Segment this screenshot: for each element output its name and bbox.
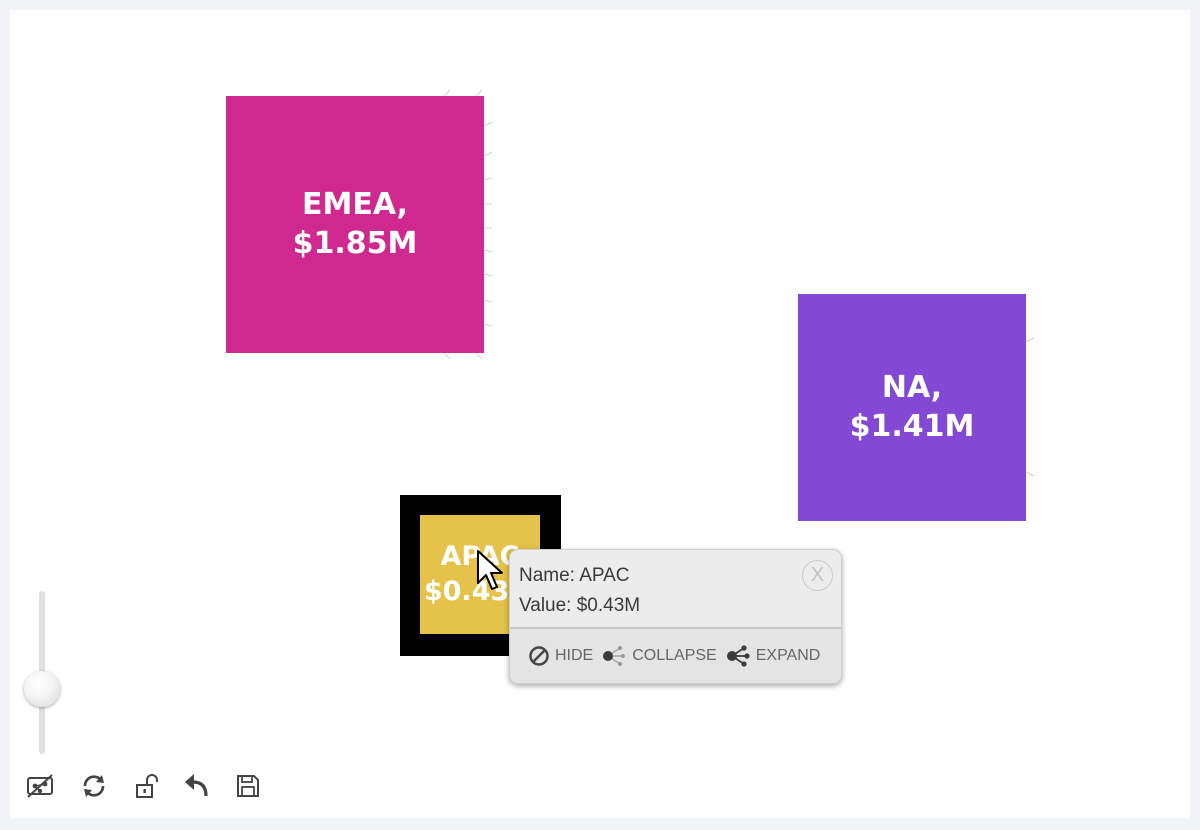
expand-button[interactable]: EXPAND [725,643,821,669]
node-tooltip: Name: APAC Value: $0.43M X HIDE COLLAPSE… [509,549,842,684]
close-icon: X [810,564,825,586]
refresh-icon [83,775,105,797]
tooltip-close-button[interactable]: X [802,560,833,591]
node-na-label: NA, $1.41M [849,370,975,444]
refresh-button[interactable] [78,770,110,802]
lock-toggle-button[interactable] [130,770,162,802]
unlock-icon [136,774,158,798]
expand-label: EXPAND [755,647,821,664]
save-icon [237,775,259,797]
undo-icon [185,774,208,797]
undo-button[interactable] [180,770,212,802]
save-button[interactable] [232,770,264,802]
ban-icon [529,646,549,666]
fit-view-icon [27,774,53,798]
fit-view-button[interactable] [24,770,56,802]
collapse-button[interactable]: COLLAPSE [601,643,717,669]
node-emea[interactable]: EMEA, $1.85M [226,96,484,353]
collapse-icon [603,646,626,666]
tooltip-value: Value: $0.43M [519,595,641,616]
hide-button[interactable]: HIDE [528,645,593,667]
expand-icon [726,645,750,667]
collapse-label: COLLAPSE [632,647,717,664]
hide-label: HIDE [555,647,594,664]
graph-canvas[interactable]: EMEA, $1.85M NA, $1.41M APAC $0.43M Name… [10,10,1190,818]
tooltip-name: Name: APAC [519,565,630,586]
node-na[interactable]: NA, $1.41M [798,294,1026,521]
tooltip-info: Name: APAC Value: $0.43M [519,561,640,621]
zoom-slider-handle[interactable] [24,671,60,707]
tooltip-actions: HIDE COLLAPSE EXPAND [510,627,841,683]
node-emea-label: EMEA, $1.85M [292,187,418,261]
